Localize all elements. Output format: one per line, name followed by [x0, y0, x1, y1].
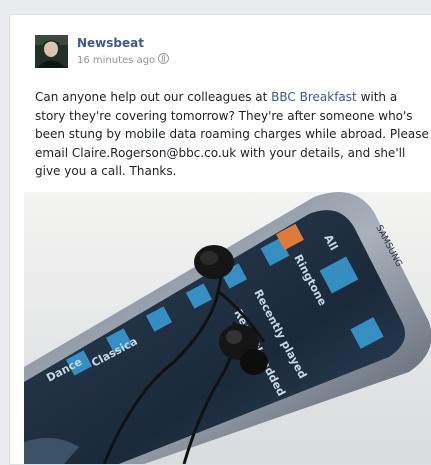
post-text: Can anyone help out our colleagues at BB… — [35, 88, 430, 181]
post-meta: 16 minutes ago — [77, 53, 170, 66]
post-text-part-1: Can anyone help out our colleagues at — [35, 90, 272, 104]
globe-icon[interactable] — [158, 53, 170, 64]
avatar[interactable] — [35, 35, 68, 68]
avatar-image — [35, 35, 68, 68]
phone-with-earphones-image: Dance Classica Recently played Recently … — [24, 192, 431, 464]
bbc-breakfast-link[interactable]: BBC Breakfast — [271, 90, 357, 104]
author-name[interactable]: Newsbeat — [77, 36, 144, 50]
timestamp[interactable]: 16 minutes ago — [77, 55, 155, 66]
post-card: Newsbeat 16 minutes ago Can anyone help … — [9, 14, 431, 465]
post-photo[interactable]: Dance Classica Recently played Recently … — [24, 192, 431, 464]
